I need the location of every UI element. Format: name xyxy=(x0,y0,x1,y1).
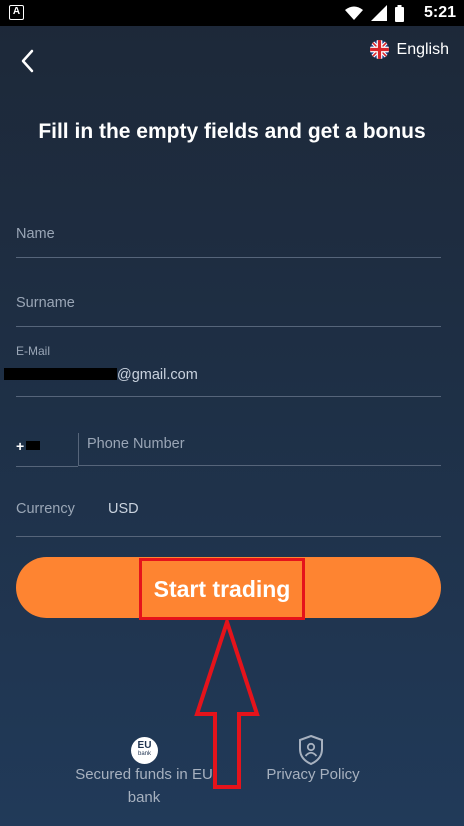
surname-placeholder: Surname xyxy=(16,295,75,311)
status-icons xyxy=(345,4,404,22)
name-field[interactable]: Name xyxy=(16,222,441,258)
language-selector[interactable]: English xyxy=(369,40,449,59)
redacted-phone-code xyxy=(26,441,40,450)
registration-screen: A 5:21 English Fill in the empty fields … xyxy=(0,0,464,826)
phone-code-text: + xyxy=(16,438,25,454)
start-trading-label: Start trading xyxy=(153,575,291,602)
signal-icon xyxy=(371,5,387,21)
secured-funds-text: Secured funds in EU bank xyxy=(75,766,213,806)
uk-flag-icon xyxy=(369,40,389,59)
email-value: @gmail.com xyxy=(4,367,198,383)
battery-icon xyxy=(395,4,404,22)
currency-field[interactable]: Currency USD xyxy=(16,497,441,537)
surname-field[interactable]: Surname xyxy=(16,291,441,327)
shield-user-icon xyxy=(299,735,323,765)
currency-label: Currency xyxy=(16,501,75,517)
page-title: Fill in the empty fields and get a bonus xyxy=(38,120,426,143)
phone-placeholder: Phone Number xyxy=(87,436,185,452)
currency-value: USD xyxy=(108,501,139,517)
phone-country-code[interactable]: + xyxy=(16,433,78,467)
wifi-icon xyxy=(345,6,363,20)
email-field[interactable]: E-Mail @gmail.com xyxy=(4,344,441,397)
redacted-email-part xyxy=(4,368,117,380)
phone-number-input[interactable]: Phone Number xyxy=(78,433,441,466)
back-arrow-icon xyxy=(21,49,34,73)
name-placeholder: Name xyxy=(16,226,55,242)
phone-field-group: + Phone Number xyxy=(16,433,441,467)
status-bar: A 5:21 xyxy=(0,0,464,26)
privacy-policy-link[interactable]: Privacy Policy xyxy=(256,763,370,786)
email-label: E-Mail xyxy=(16,344,51,358)
back-button[interactable] xyxy=(14,46,44,76)
language-label: English xyxy=(396,40,449,58)
start-trading-highlight[interactable]: Start trading xyxy=(139,558,305,620)
eu-bank-icon: EU bank xyxy=(131,737,158,764)
app-notification-icon: A xyxy=(9,5,24,20)
status-time: 5:21 xyxy=(423,4,456,21)
